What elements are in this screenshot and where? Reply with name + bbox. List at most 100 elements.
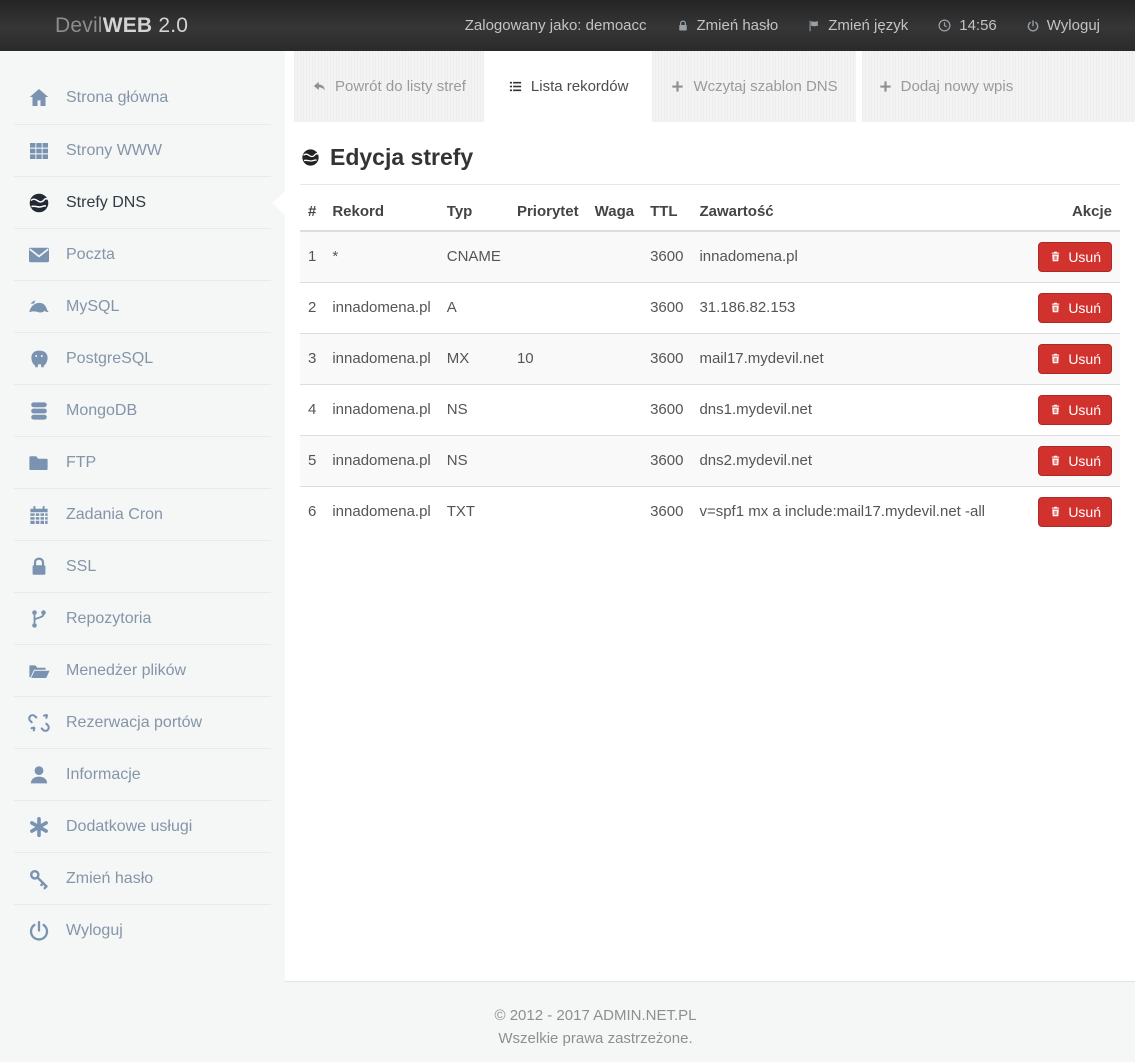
sidebar-item-strony-www[interactable]: Strony WWW (14, 124, 271, 176)
folder-open-icon (26, 659, 52, 683)
cell-rekord: * (324, 230, 439, 282)
table-row: 6 innadomena.pl TXT 3600 v=spf1 mx a inc… (300, 485, 1120, 537)
active-item-arrow (272, 190, 285, 215)
trash-icon (1049, 301, 1062, 314)
sidebar-item-strona-glowna[interactable]: Strona główna (14, 72, 271, 124)
delete-button[interactable]: Usuń (1038, 292, 1112, 323)
tab-dodaj-nowy-wpis[interactable]: Dodaj nowy wpis (861, 51, 1135, 122)
cell-num: 1 (300, 230, 325, 282)
clock-icon (937, 18, 952, 33)
sidebar-item-label: Repozytoria (66, 609, 152, 627)
sidebar-item-mysql[interactable]: MySQL (14, 280, 271, 332)
sidebar-item-label: Wyloguj (66, 921, 123, 939)
cell-typ: A (438, 281, 509, 333)
table-header-row: # Rekord Typ Priorytet Waga TTL Zawartoś… (300, 193, 1120, 232)
cell-num: 6 (300, 485, 325, 537)
sidebar-item-menedzer-plikow[interactable]: Menedżer plików (14, 644, 271, 696)
dns-records-table: # Rekord Typ Priorytet Waga TTL Zawartoś… (300, 193, 1120, 537)
delete-button[interactable]: Usuń (1038, 445, 1112, 476)
sidebar-item-label: Zadania Cron (66, 505, 163, 523)
topbar: DevilWEB 2.0 Zalogowany jako: demoacc Zm… (0, 0, 1135, 51)
delete-button[interactable]: Usuń (1038, 241, 1112, 272)
trash-icon (1049, 505, 1062, 518)
column-header-ttl: TTL (642, 193, 692, 232)
sidebar-item-informacje[interactable]: Informacje (14, 748, 271, 800)
tab-label: Powrót do listy stref (335, 78, 466, 95)
reply-icon (312, 79, 327, 94)
sidebar-item-strefy-dns[interactable]: Strefy DNS (14, 176, 285, 228)
sidebar-item-zadania-cron[interactable]: Zadania Cron (14, 488, 271, 540)
page-title-text: Edycja strefy (330, 144, 474, 170)
cell-zawartosc: innadomena.pl (691, 230, 1016, 282)
change-password-link[interactable]: Zmień hasło (676, 17, 779, 34)
sidebar-item-zmien-haslo[interactable]: Zmień hasło (14, 852, 271, 904)
mysql-dolphin-icon (26, 295, 52, 319)
sidebar-item-rezerwacja-portow[interactable]: Rezerwacja portów (14, 696, 271, 748)
footer: © 2012 - 2017 ADMIN.NET.PL Wszelkie praw… (0, 982, 1135, 1062)
home-icon (26, 86, 52, 110)
clock-display: 14:56 (937, 17, 997, 34)
sidebar-item-label: Dodatkowe usługi (66, 817, 193, 835)
cell-priorytet (508, 485, 587, 537)
database-icon (26, 399, 52, 423)
cell-zawartosc: mail17.mydevil.net (691, 332, 1016, 384)
cell-typ: MX (438, 332, 509, 384)
delete-button[interactable]: Usuń (1038, 343, 1112, 374)
cell-waga (586, 485, 643, 537)
tab-lista-rekordow[interactable]: Lista rekordów (489, 51, 647, 122)
sidebar-item-ssl[interactable]: SSL (14, 540, 271, 592)
change-language-link[interactable]: Zmień język (807, 17, 908, 34)
tab-label: Lista rekordów (530, 78, 629, 95)
logged-in-as: Zalogowany jako: demoacc (464, 17, 647, 34)
delete-button[interactable]: Usuń (1038, 394, 1112, 425)
cell-ttl: 3600 (642, 434, 692, 486)
asterisk-icon (26, 815, 52, 839)
sidebar-item-repozytoria[interactable]: Repozytoria (14, 592, 271, 644)
change-language-label: Zmień język (828, 17, 909, 34)
cell-zawartosc: v=spf1 mx a include:mail17.mydevil.net -… (691, 485, 1016, 537)
sidebar-item-poczta[interactable]: Poczta (14, 228, 271, 280)
sidebar-item-mongodb[interactable]: MongoDB (14, 384, 271, 436)
cell-typ: NS (438, 383, 509, 435)
sidebar-item-postgresql[interactable]: PostgreSQL (14, 332, 271, 384)
logout-link[interactable]: Wyloguj (1026, 17, 1100, 34)
cell-waga (586, 383, 643, 435)
rights-line: Wszelkie prawa zastrzeżone. (498, 1030, 693, 1047)
sidebar: Strona główna Strony WWW Strefy DNS Pocz… (0, 51, 285, 1062)
sidebar-item-dodatkowe-uslugi[interactable]: Dodatkowe usługi (14, 800, 271, 852)
cell-priorytet (508, 281, 587, 333)
table-row: 5 innadomena.pl NS 3600 dns2.mydevil.net… (300, 434, 1120, 486)
trash-icon (1049, 352, 1062, 365)
plus-icon (670, 79, 685, 94)
divider (300, 184, 1120, 185)
grid-icon (26, 139, 52, 163)
tab-wczytaj-szablon-dns[interactable]: Wczytaj szablon DNS (652, 51, 856, 122)
cell-waga (586, 281, 643, 333)
tab-powrot-do-listy-stref[interactable]: Powrót do listy stref (294, 51, 484, 122)
copyright-line: © 2012 - 2017 ADMIN.NET.PL (494, 1007, 697, 1024)
cell-priorytet (508, 230, 587, 282)
cell-rekord: innadomena.pl (324, 281, 439, 333)
sidebar-item-label: Poczta (66, 245, 115, 263)
cell-rekord: innadomena.pl (324, 383, 439, 435)
column-header-priorytet: Priorytet (508, 193, 587, 232)
page-title: Edycja strefy (300, 143, 1120, 171)
brand-bold: WEB (102, 13, 153, 37)
trash-icon (1049, 250, 1062, 263)
sidebar-item-label: Strony WWW (66, 141, 162, 159)
sidebar-item-wyloguj[interactable]: Wyloguj (14, 904, 271, 956)
power-icon (26, 919, 52, 943)
tab-bar: Powrót do listy stref Lista rekordów Wcz… (285, 51, 1135, 122)
cell-num: 4 (300, 383, 325, 435)
column-header-waga: Waga (586, 193, 643, 232)
cell-rekord: innadomena.pl (324, 485, 439, 537)
sidebar-item-label: Strona główna (66, 89, 169, 106)
delete-button[interactable]: Usuń (1038, 496, 1112, 527)
cell-priorytet (508, 383, 587, 435)
change-password-label: Zmień hasło (696, 17, 779, 34)
cell-ttl: 3600 (642, 383, 692, 435)
app-logo[interactable]: DevilWEB 2.0 (55, 14, 188, 38)
sidebar-item-ftp[interactable]: FTP (14, 436, 271, 488)
sidebar-item-label: SSL (66, 557, 97, 575)
logout-label: Wyloguj (1046, 17, 1100, 34)
